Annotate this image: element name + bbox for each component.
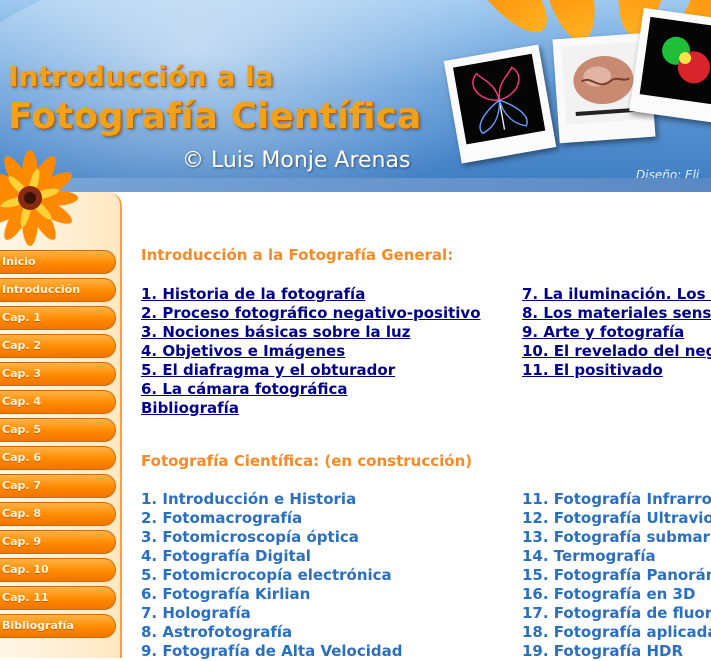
general-links-right: 7. La iluminación. Los fi 8. Los materia… [522, 285, 711, 380]
sidebar-item-cap-4[interactable]: Cap. 4 [0, 390, 116, 414]
scientific-links-right: 11. Fotografía Infrarroj 12. Fotografía … [522, 490, 711, 661]
sidebar-item-cap-7[interactable]: Cap. 7 [0, 474, 116, 498]
sidebar-item-cap-8[interactable]: Cap. 8 [0, 502, 116, 526]
topic-link[interactable]: 19. Fotografía HDR [522, 642, 683, 660]
topic-link[interactable]: 2. Fotomacrografía [141, 509, 302, 527]
chapter-link[interactable]: 2. Proceso fotográfico negativo-positivo [141, 304, 481, 322]
chapter-link[interactable]: 8. Los materiales sensib [522, 304, 711, 322]
site-header: Introducción a la Fotografía Científica … [0, 0, 711, 192]
section-title-cientifica: Fotografía Científica: (en construcción) [141, 452, 473, 470]
sidebar-item-bibliografia[interactable]: Bibliografía [0, 614, 116, 638]
sidebar-item-cap-3[interactable]: Cap. 3 [0, 362, 116, 386]
chapter-link[interactable]: 11. El positivado [522, 361, 663, 379]
general-links-left: 1. Historia de la fotografía 2. Proceso … [141, 285, 481, 418]
sidebar-item-cap-1[interactable]: Cap. 1 [0, 306, 116, 330]
topic-link[interactable]: 16. Fotografía en 3D [522, 585, 695, 603]
sidebar-item-cap-10[interactable]: Cap. 10 [0, 558, 116, 582]
sunflower-image [0, 150, 78, 246]
topic-link[interactable]: 14. Termografía [522, 547, 656, 565]
topic-link[interactable]: 12. Fotografía Ultraviol [522, 509, 711, 527]
sidebar-item-cap-5[interactable]: Cap. 5 [0, 418, 116, 442]
topic-link[interactable]: 3. Fotomicroscopía óptica [141, 528, 359, 546]
topic-link[interactable]: 4. Fotografía Digital [141, 547, 311, 565]
sidebar-item-cap-11[interactable]: Cap. 11 [0, 586, 116, 610]
chapter-link[interactable]: 10. El revelado del nega [522, 342, 711, 360]
topic-link[interactable]: 17. Fotografía de fluore [522, 604, 711, 622]
chapter-link[interactable]: 9. Arte y fotografía [522, 323, 684, 341]
polaroid-fluorescence-image [629, 7, 711, 125]
sidebar-item-cap-2[interactable]: Cap. 2 [0, 334, 116, 358]
chapter-link[interactable]: 7. La iluminación. Los fi [522, 285, 711, 303]
section-title-general: Introducción a la Fotografía General: [141, 246, 454, 264]
sidebar-item-cap-6[interactable]: Cap. 6 [0, 446, 116, 470]
sidebar-nav: Inicio Introducción Cap. 1 Cap. 2 Cap. 3… [0, 250, 118, 642]
bibliography-link[interactable]: Bibliografía [141, 399, 239, 417]
topic-link[interactable]: 15. Fotografía Panorám [522, 566, 711, 584]
topic-link[interactable]: 13. Fotografía submarin [522, 528, 711, 546]
chapter-link[interactable]: 1. Historia de la fotografía [141, 285, 365, 303]
topic-link[interactable]: 18. Fotografía aplicada [522, 623, 711, 641]
scientific-links-left: 1. Introducción e Historia 2. Fotomacrog… [141, 490, 402, 661]
author-credit: © Luis Monje Arenas [182, 148, 411, 173]
topic-link[interactable]: 5. Fotomicrocopía electrónica [141, 566, 392, 584]
site-title-line2: Fotografía Científica [8, 96, 422, 137]
sidebar-item-cap-9[interactable]: Cap. 9 [0, 530, 116, 554]
chapter-link[interactable]: 4. Objetivos e Imágenes [141, 342, 345, 360]
header-bottom-band [0, 178, 711, 192]
topic-link[interactable]: 8. Astrofotografía [141, 623, 292, 641]
sidebar-item-introduccion[interactable]: Introducción [0, 278, 116, 302]
topic-link[interactable]: 1. Introducción e Historia [141, 490, 356, 508]
chapter-link[interactable]: 5. El diafragma y el obturador [141, 361, 395, 379]
topic-link[interactable]: 6. Fotografía Kirlian [141, 585, 310, 603]
sidebar-item-inicio[interactable]: Inicio [0, 250, 116, 274]
topic-link[interactable]: 9. Fotografía de Alta Velocidad [141, 642, 402, 660]
site-title-line1: Introducción a la [8, 60, 274, 93]
chapter-link[interactable]: 6. La cámara fotográfica [141, 380, 347, 398]
topic-link[interactable]: 7. Holografía [141, 604, 251, 622]
chapter-link[interactable]: 3. Nociones básicas sobre la luz [141, 323, 410, 341]
topic-link[interactable]: 11. Fotografía Infrarroj [522, 490, 711, 508]
polaroid-leaf-image [443, 44, 557, 164]
